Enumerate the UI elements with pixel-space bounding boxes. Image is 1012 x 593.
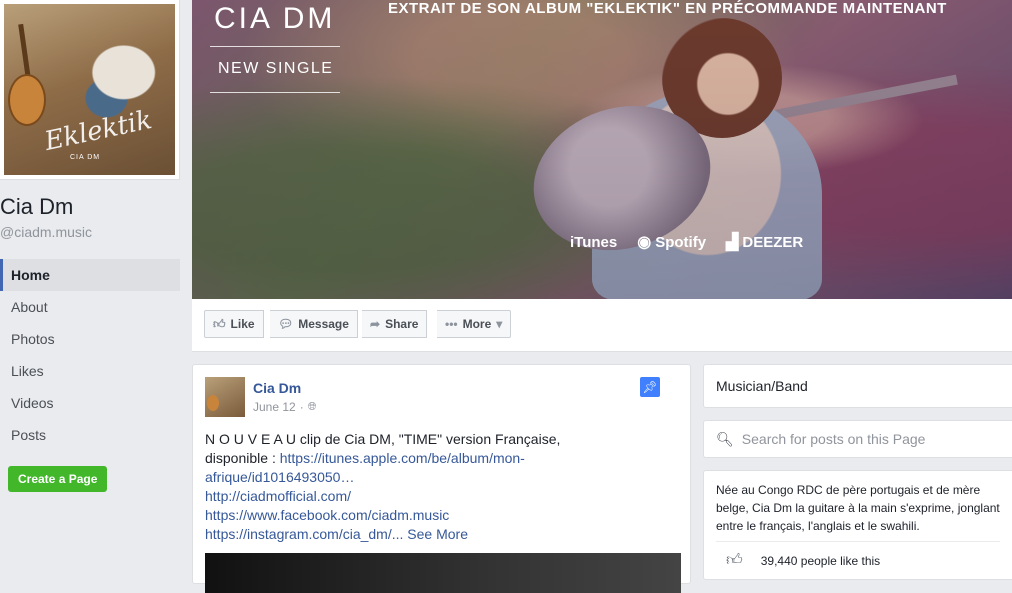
spotify-icon: ◉: [637, 234, 652, 251]
page-name[interactable]: Cia Dm: [0, 194, 73, 220]
post-body: N O U V E A U clip de Cia DM, "TIME" ver…: [205, 430, 565, 544]
about-divider: [716, 541, 1000, 542]
page-likes-count[interactable]: 39,440 people like this: [761, 554, 880, 568]
cover-divider: [210, 92, 340, 93]
post-author-avatar[interactable]: [205, 377, 245, 417]
search-icon: 🔍︎: [716, 430, 734, 447]
meta-separator: ·: [299, 400, 304, 414]
about-description: Née au Congo RDC de père portugais et de…: [716, 483, 1000, 533]
store-label: iTunes: [570, 233, 618, 251]
like-label: Like: [230, 317, 255, 331]
post-link-website[interactable]: http://ciadmofficial.com/: [205, 487, 565, 506]
messenger-icon: 💬︎: [278, 317, 294, 331]
thumbs-up-icon: 👍︎: [213, 317, 226, 331]
post-author-name[interactable]: Cia Dm: [253, 380, 301, 396]
cover-single-label: NEW SINGLE: [218, 60, 334, 77]
message-label: Message: [298, 317, 349, 331]
page-nav: Home About Photos Likes Videos Posts: [0, 259, 180, 451]
post-date[interactable]: June 12: [253, 400, 296, 414]
pinned-post: Cia Dm June 12 · 🌐︎ 📌︎ N O U V E A U cli…: [192, 364, 691, 593]
nav-item-videos[interactable]: Videos: [0, 387, 180, 419]
see-more-link[interactable]: See More: [407, 526, 468, 542]
page-category[interactable]: Musician/Band: [703, 364, 1012, 408]
caret-down-icon: ▾: [496, 317, 503, 331]
nav-item-photos[interactable]: Photos: [0, 323, 180, 355]
like-button[interactable]: 👍︎ Like: [204, 310, 264, 338]
post-link-facebook[interactable]: https://www.facebook.com/ciadm.music: [205, 506, 565, 525]
store-itunes: iTunes: [566, 232, 617, 252]
store-spotify: ◉ Spotify: [637, 232, 706, 252]
search-input[interactable]: Search for posts on this Page: [742, 431, 926, 447]
page-action-bar: 👍︎ Like 💬︎ Message ➦ Share ••• More ▾: [192, 299, 1012, 352]
post-meta: June 12 · 🌐︎: [253, 400, 317, 414]
store-label: Spotify: [655, 233, 707, 251]
profile-artwork: Eklektik CIA DM: [4, 4, 175, 175]
nav-item-home[interactable]: Home: [0, 259, 180, 291]
store-deezer: ▟ DEEZER: [726, 232, 803, 252]
profile-picture[interactable]: Eklektik CIA DM: [0, 0, 180, 180]
globe-icon[interactable]: 🌐︎: [308, 401, 317, 414]
guitar-neck-graphic: [18, 23, 31, 80]
message-button[interactable]: 💬︎ Message: [270, 310, 358, 338]
about-card: Née au Congo RDC de père portugais et de…: [703, 470, 1012, 580]
store-logos: iTunes ◉ Spotify ▟ DEEZER: [566, 232, 803, 252]
thumbs-up-icon: 👍︎: [726, 552, 743, 569]
cover-brand: CIA DM: [214, 2, 336, 35]
nav-item-posts[interactable]: Posts: [0, 419, 180, 451]
page-handle[interactable]: @ciadm.music: [0, 224, 92, 240]
nav-item-likes[interactable]: Likes: [0, 355, 180, 387]
cover-tint: [192, 0, 1012, 299]
nav-item-about[interactable]: About: [0, 291, 180, 323]
pin-icon[interactable]: 📌︎: [640, 377, 660, 397]
deezer-icon: ▟: [726, 234, 739, 251]
more-label: More: [462, 317, 492, 331]
cover-photo[interactable]: CIA DM NEW SINGLE EXTRAIT DE SON ALBUM "…: [192, 0, 1012, 299]
ellipsis-icon: •••: [445, 317, 458, 331]
cover-divider: [210, 46, 340, 47]
post-video-thumbnail[interactable]: [205, 553, 681, 593]
share-label: Share: [385, 317, 419, 331]
page-post-search[interactable]: 🔍︎ Search for posts on this Page: [703, 420, 1012, 458]
profile-art-sub: CIA DM: [70, 154, 101, 161]
create-page-button[interactable]: Create a Page: [8, 466, 108, 492]
more-button[interactable]: ••• More ▾: [437, 310, 512, 338]
page-likes-row: 👍︎ 39,440 people like this: [726, 551, 880, 570]
guitar-graphic: [8, 74, 46, 126]
post-link-instagram[interactable]: https://instagram.com/cia_dm/...: [205, 526, 403, 542]
share-arrow-icon: ➦: [370, 317, 381, 331]
share-button[interactable]: ➦ Share: [362, 310, 428, 338]
store-label: DEEZER: [742, 233, 804, 251]
profile-art-script: Eklektik: [42, 105, 155, 157]
cover-promo-text: EXTRAIT DE SON ALBUM "EKLEKTIK" EN PRÉCO…: [388, 0, 947, 17]
